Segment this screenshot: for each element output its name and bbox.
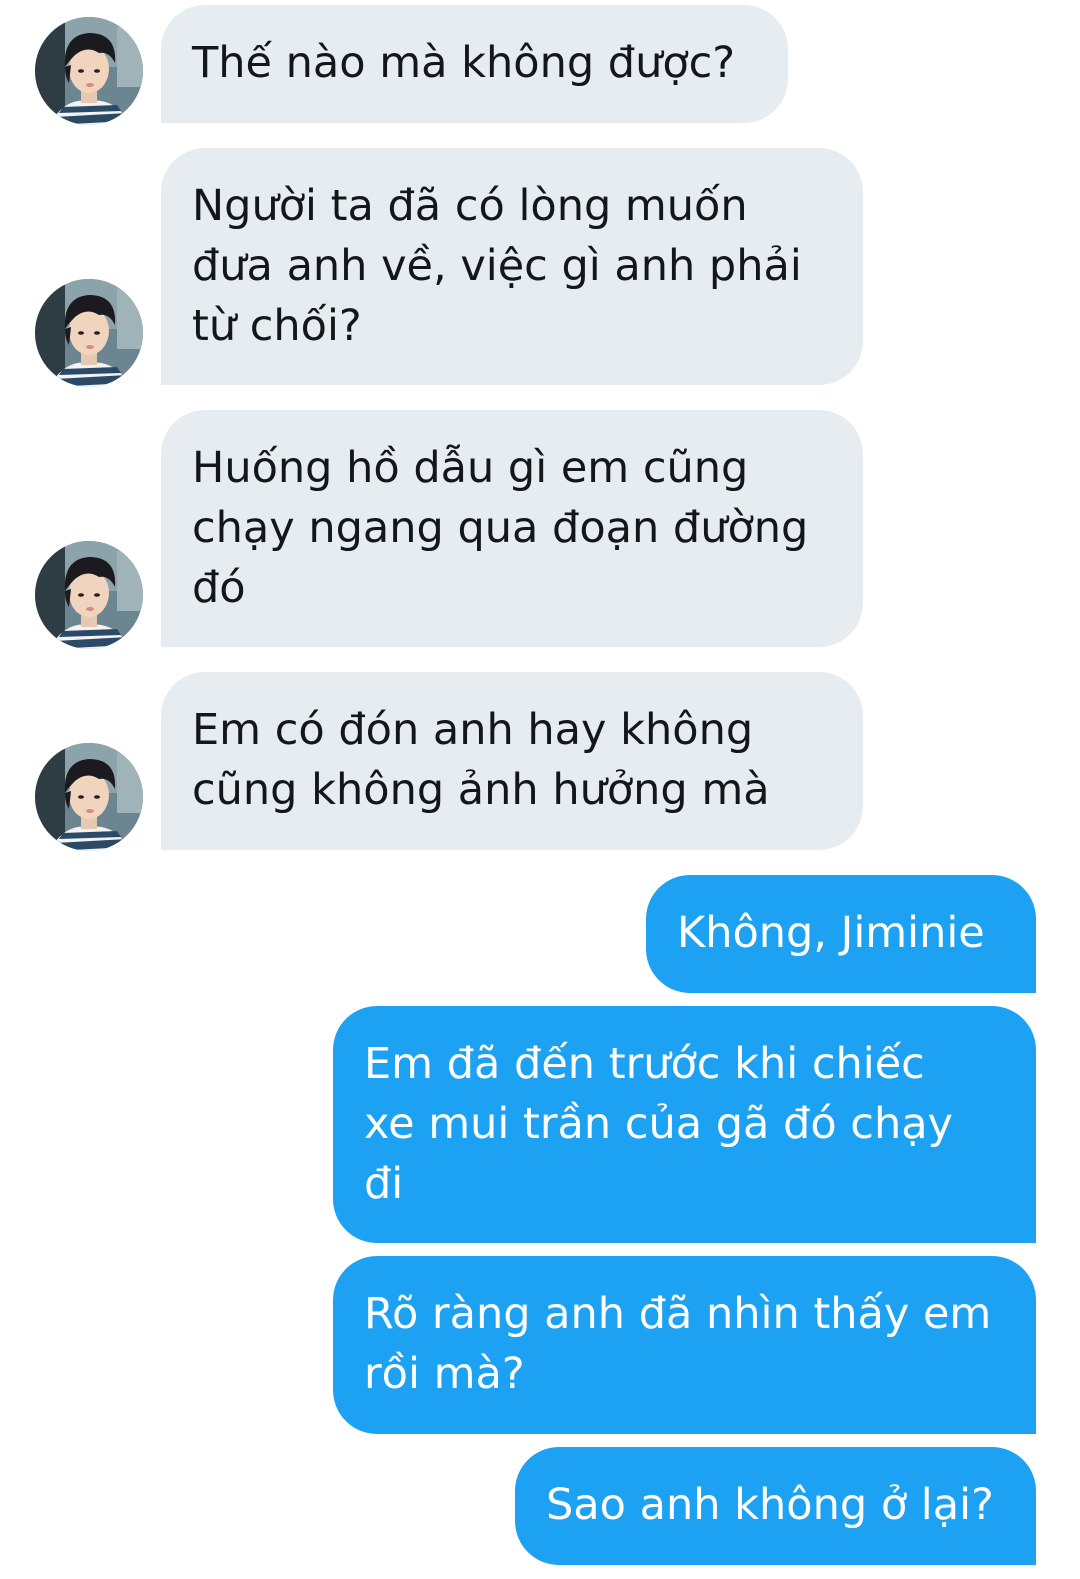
incoming-message-2[interactable]: Người ta đã có lòng muốn đưa anh về, việ…	[161, 148, 863, 385]
outgoing-message-1[interactable]: Không, Jiminie	[646, 875, 1036, 993]
avatar-image	[35, 279, 143, 387]
incoming-message-4[interactable]: Em có đón anh hay không cũng không ảnh h…	[161, 672, 863, 850]
profile-photo-avatar[interactable]	[35, 541, 143, 649]
incoming-message-1[interactable]: Thế nào mà không được?	[161, 5, 788, 123]
avatar-image	[35, 743, 143, 851]
profile-photo-avatar[interactable]	[35, 743, 143, 851]
profile-photo-avatar[interactable]	[35, 279, 143, 387]
profile-photo-avatar[interactable]	[35, 17, 143, 125]
avatar-image	[35, 541, 143, 649]
incoming-message-3[interactable]: Huống hồ dẫu gì em cũng chạy ngang qua đ…	[161, 410, 863, 647]
outgoing-message-4[interactable]: Sao anh không ở lại?	[515, 1447, 1036, 1565]
outgoing-message-3[interactable]: Rõ ràng anh đã nhìn thấy em rồi mà?	[333, 1256, 1036, 1434]
avatar-image	[35, 17, 143, 125]
outgoing-message-2[interactable]: Em đã đến trước khi chiếc xe mui trần củ…	[333, 1006, 1036, 1243]
